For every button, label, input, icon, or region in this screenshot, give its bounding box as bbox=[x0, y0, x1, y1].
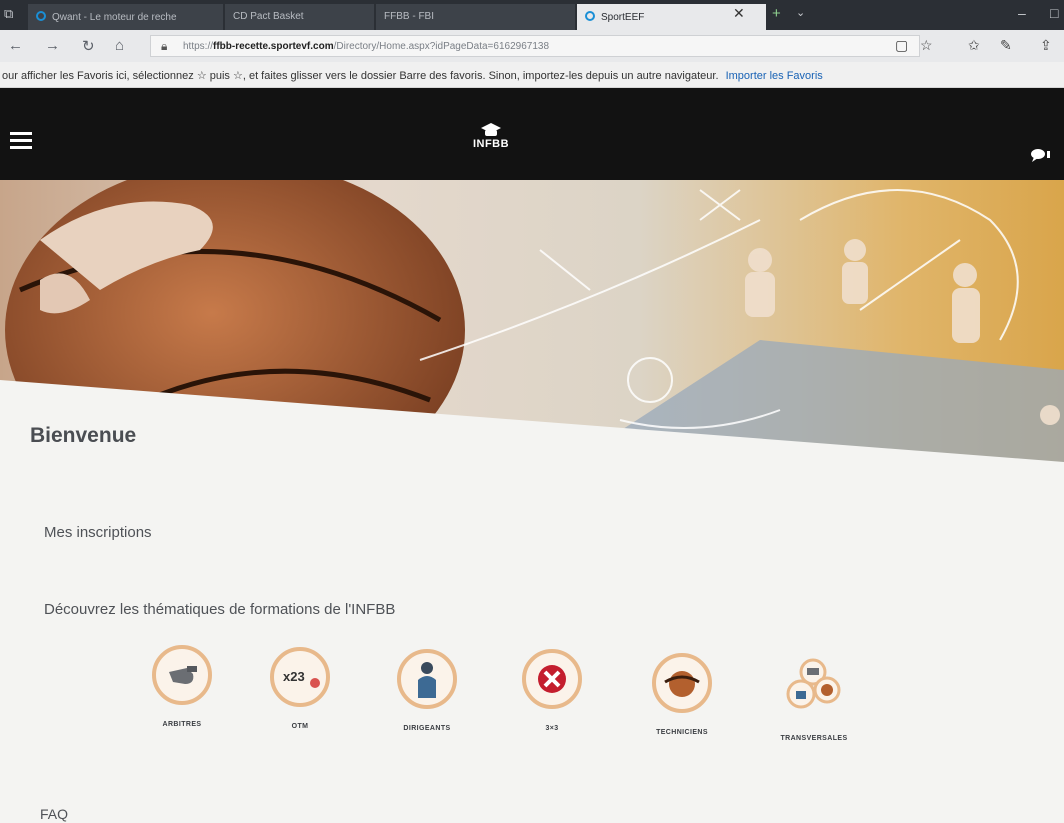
infbb-logo[interactable]: INFBB bbox=[466, 122, 516, 150]
sporteef-favicon-icon bbox=[585, 11, 595, 21]
theme-label: 3×3 bbox=[545, 725, 559, 732]
qwant-favicon-icon bbox=[36, 11, 46, 21]
home-icon[interactable]: ⌂ bbox=[115, 37, 124, 54]
scoreboard-numbers-icon: x23 bbox=[270, 647, 330, 707]
url-path: /Directory/Home.aspx?idPageData=61629671… bbox=[333, 41, 550, 52]
tab-cd-pact-basket[interactable]: CD Pact Basket bbox=[225, 4, 375, 30]
page-title: Bienvenue bbox=[30, 424, 137, 447]
tab-list-chevron-icon[interactable]: ⌄ bbox=[796, 6, 805, 19]
three-x-three-icon bbox=[522, 649, 582, 709]
refresh-icon[interactable]: ↻ bbox=[82, 37, 95, 55]
close-tab-icon[interactable]: ✕ bbox=[733, 5, 745, 22]
site-header: INFBB bbox=[0, 88, 1064, 180]
theme-label: DIRIGEANTS bbox=[403, 725, 451, 732]
manager-icon bbox=[397, 649, 457, 709]
maximize-window-icon[interactable]: □ bbox=[1050, 5, 1058, 21]
svg-text:x23: x23 bbox=[283, 669, 305, 684]
menu-icon[interactable] bbox=[10, 132, 32, 149]
web-note-icon[interactable]: ✎ bbox=[1000, 37, 1012, 54]
mixed-themes-icon bbox=[786, 658, 841, 709]
theme-otm[interactable]: x23 OTM bbox=[240, 646, 360, 730]
url-input[interactable]: 🔒︎ https://ffbb-recette.sportevf.com/Dir… bbox=[150, 35, 920, 57]
hero-banner-image bbox=[0, 180, 1064, 470]
favorites-bar: our afficher les Favoris ici, sélectionn… bbox=[0, 62, 1064, 88]
theme-label: TRANSVERSALES bbox=[780, 735, 848, 742]
reading-view-icon[interactable]: ▢ bbox=[895, 37, 908, 54]
theme-label: TECHNICIENS bbox=[656, 729, 708, 736]
favorites-hint-text: our afficher les Favoris ici, sélectionn… bbox=[2, 70, 719, 82]
minimize-window-icon[interactable]: – bbox=[1018, 5, 1026, 21]
share-icon[interactable]: ⇪ bbox=[1040, 37, 1052, 54]
discover-themes-heading: Découvrez les thématiques de formations … bbox=[44, 601, 396, 618]
lock-icon: 🔒︎ bbox=[161, 39, 168, 53]
forward-icon[interactable]: → bbox=[45, 37, 60, 54]
browser-address-bar: ← → ↻ ⌂ 🔒︎ https://ffbb-recette.sportevf… bbox=[0, 30, 1064, 62]
logo-text: INFBB bbox=[472, 138, 510, 150]
favorite-star-icon[interactable]: ☆ bbox=[920, 37, 933, 54]
tab-history-icon[interactable]: ⧉ bbox=[4, 6, 13, 22]
url-host: ffbb-recette.sportevf.com bbox=[213, 41, 334, 52]
browser-tab-strip: ⧉ Qwant - Le moteur de reche CD Pact Bas… bbox=[0, 0, 1064, 30]
theme-label: ARBITRES bbox=[162, 721, 202, 728]
theme-techniciens[interactable]: TECHNICIENS bbox=[622, 652, 742, 736]
graduation-cap-icon bbox=[481, 123, 501, 136]
new-tab-icon[interactable]: + bbox=[772, 5, 781, 22]
my-registrations-link[interactable]: Mes inscriptions bbox=[44, 524, 152, 541]
faq-heading[interactable]: FAQ bbox=[40, 806, 68, 822]
chat-icon[interactable] bbox=[1030, 148, 1050, 162]
import-favorites-link[interactable]: Importer les Favoris bbox=[726, 70, 823, 82]
theme-arbitres[interactable]: ARBITRES bbox=[122, 644, 242, 728]
basketball-hands-icon bbox=[652, 653, 712, 713]
tab-label: FFBB - FBI bbox=[384, 11, 434, 22]
back-icon[interactable]: ← bbox=[8, 37, 23, 54]
tab-label: SportEEF bbox=[601, 12, 645, 23]
tab-ffbb[interactable]: FFBB - FBI bbox=[376, 4, 576, 30]
tab-label: Qwant - Le moteur de reche bbox=[52, 12, 177, 23]
theme-dirigeants[interactable]: DIRIGEANTS bbox=[367, 648, 487, 732]
whistle-icon bbox=[152, 645, 212, 705]
theme-label: OTM bbox=[291, 723, 309, 730]
tab-label: CD Pact Basket bbox=[233, 11, 304, 22]
tab-qwant[interactable]: Qwant - Le moteur de reche bbox=[28, 4, 224, 30]
theme-transversales[interactable]: TRANSVERSALES bbox=[754, 658, 874, 742]
url-prefix: https:// bbox=[183, 41, 214, 52]
theme-3x3[interactable]: 3×3 bbox=[492, 648, 612, 732]
favorites-hub-icon[interactable]: ✩ bbox=[968, 37, 980, 54]
